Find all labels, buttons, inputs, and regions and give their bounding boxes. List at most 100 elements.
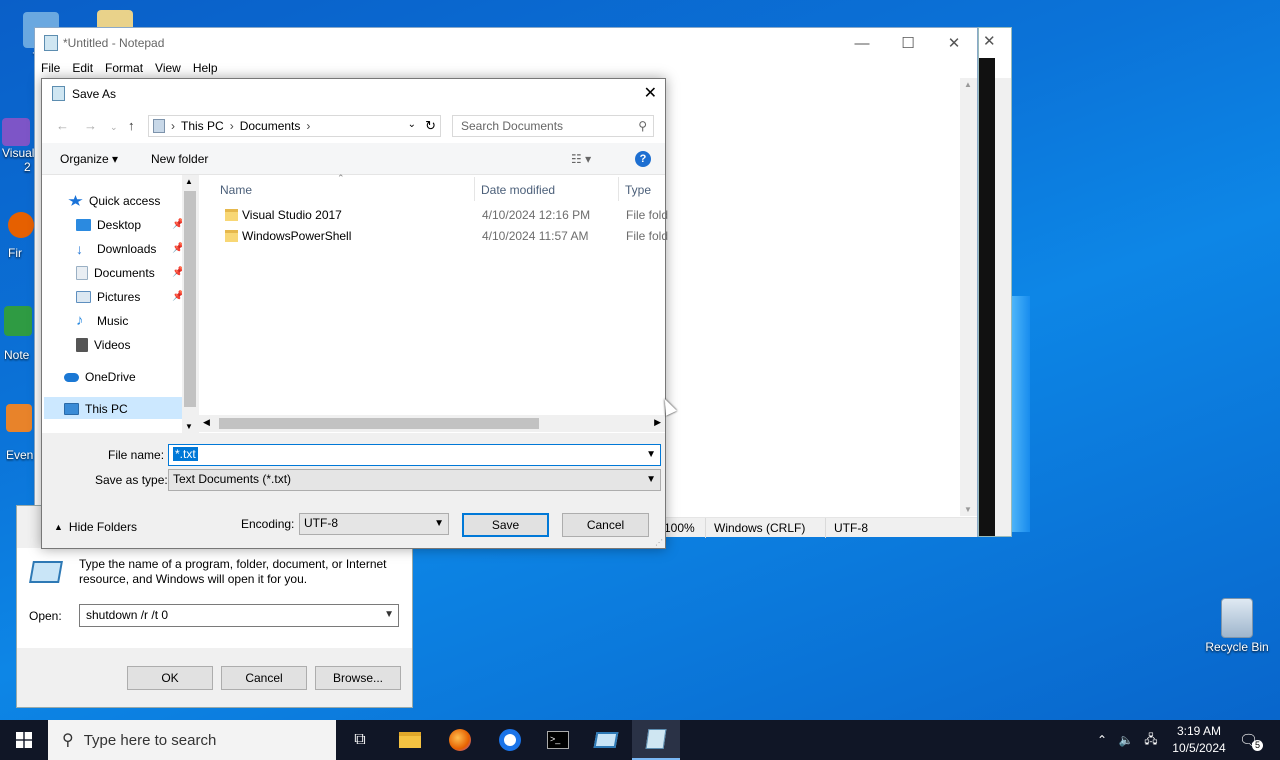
navigation-pane-scrollbar[interactable]: ▲ ▼ xyxy=(182,175,198,433)
recent-chevron-icon[interactable]: ⌄ xyxy=(110,122,118,133)
hide-folders-button[interactable]: ▲ Hide Folders xyxy=(54,520,137,534)
run-ok-button[interactable]: OK xyxy=(127,666,213,690)
menu-format[interactable]: Format xyxy=(105,61,149,75)
run-app-icon[interactable] xyxy=(582,720,630,760)
start-button[interactable] xyxy=(0,720,48,760)
run-cancel-button[interactable]: Cancel xyxy=(221,666,307,690)
save-as-titlebar[interactable]: Save As ✕ xyxy=(42,79,665,109)
clock[interactable]: 3:19 AM 10/5/2024 xyxy=(1160,723,1238,757)
notepad-title: *Untitled - Notepad xyxy=(63,36,165,50)
encoding-select[interactable]: UTF-8 ▼ xyxy=(299,513,449,535)
notepad-vertical-scrollbar[interactable]: ▲ ▼ xyxy=(960,78,977,516)
tree-item-onedrive[interactable]: OneDrive xyxy=(64,367,136,387)
file-name-input[interactable]: *.txt ▼ xyxy=(168,444,661,466)
scroll-down-icon[interactable]: ▼ xyxy=(185,422,193,431)
save-as-dialog: Save As ✕ ← → ⌄ ↑ › This PC › Documents … xyxy=(41,78,668,549)
save-button[interactable]: Save xyxy=(462,513,549,537)
chevron-up-icon: ▲ xyxy=(54,522,63,532)
menu-view[interactable]: View xyxy=(155,61,187,75)
scroll-up-icon[interactable]: ▲ xyxy=(185,177,193,186)
scrollbar-thumb[interactable] xyxy=(219,418,539,429)
column-header-name[interactable]: Name xyxy=(220,183,252,197)
scroll-down-icon[interactable]: ▼ xyxy=(964,505,972,514)
column-header-date[interactable]: Date modified xyxy=(481,183,555,197)
command-bar: Organize ▾ New folder ☷ ▾ ? xyxy=(42,143,665,175)
organize-button[interactable]: Organize ▾ xyxy=(60,152,118,166)
volume-muted-icon[interactable]: 🔈 xyxy=(1114,720,1138,760)
tree-item-this-pc[interactable]: This PC xyxy=(64,399,128,419)
help-icon[interactable]: ? xyxy=(635,151,651,167)
desktop-icon xyxy=(76,219,91,231)
scroll-left-icon[interactable]: ◀ xyxy=(203,417,210,428)
windows-icon xyxy=(16,732,32,748)
menu-file[interactable]: File xyxy=(41,61,66,75)
file-list-horizontal-scrollbar[interactable]: ◀ ▶ xyxy=(199,415,665,432)
notification-count: 5 xyxy=(1252,739,1264,751)
notepad-plus-icon xyxy=(4,306,32,336)
scroll-right-icon[interactable]: ▶ xyxy=(654,417,661,428)
tree-item-downloads[interactable]: ↓ Downloads 📌 xyxy=(76,239,184,259)
desktop-icon-visual-studio[interactable]: Visual 2 xyxy=(2,118,36,174)
show-hidden-icons-icon[interactable]: ⌃ xyxy=(1092,720,1112,760)
desktop-icon-notepad-plus[interactable]: Note xyxy=(4,306,38,362)
tree-item-pictures[interactable]: Pictures 📌 xyxy=(76,287,184,307)
star-icon xyxy=(68,195,83,206)
resize-grip-icon[interactable]: ⋰ xyxy=(655,538,663,547)
breadcrumb-this-pc[interactable]: This PC xyxy=(181,119,224,133)
chevron-down-icon[interactable]: ▼ xyxy=(434,518,444,529)
chevron-down-icon[interactable]: ▼ xyxy=(384,609,394,620)
run-open-input[interactable]: shutdown /r /t 0 ▼ xyxy=(79,604,399,627)
scrollbar-thumb[interactable] xyxy=(184,191,196,407)
tree-item-documents[interactable]: Documents 📌 xyxy=(76,263,184,283)
chevron-down-icon[interactable]: ⌄ xyxy=(408,119,416,130)
notepad-taskbar-icon[interactable] xyxy=(632,720,680,760)
save-as-title: Save As xyxy=(72,87,117,101)
notepad-titlebar[interactable]: *Untitled - Notepad — ☐ ✕ xyxy=(35,28,977,58)
chevron-down-icon[interactable]: ▼ xyxy=(646,474,656,485)
tree-item-music[interactable]: ♪ Music xyxy=(76,311,128,331)
menu-help[interactable]: Help xyxy=(193,61,224,75)
terminal-icon[interactable]: >_ xyxy=(534,720,582,760)
firefox-icon[interactable] xyxy=(436,720,484,760)
address-bar[interactable]: › This PC › Documents › ⌄ ↻ xyxy=(148,115,441,137)
forward-arrow-icon[interactable]: → xyxy=(84,118,97,133)
file-row[interactable]: WindowsPowerShell 4/10/2024 11:57 AM Fil… xyxy=(219,226,668,246)
maximize-button[interactable]: ☐ xyxy=(885,28,931,58)
chrome-icon[interactable] xyxy=(486,720,534,760)
chevron-down-icon[interactable]: ▼ xyxy=(646,449,656,460)
file-explorer-icon[interactable] xyxy=(386,720,434,760)
file-row[interactable]: Visual Studio 2017 4/10/2024 12:16 PM Fi… xyxy=(219,205,668,225)
breadcrumb-documents[interactable]: Documents xyxy=(240,119,301,133)
scrollbar[interactable] xyxy=(995,78,1011,536)
status-encoding: UTF-8 xyxy=(825,517,925,538)
close-button[interactable]: ✕ xyxy=(644,83,657,103)
menu-edit[interactable]: Edit xyxy=(72,61,99,75)
desktop-icon-recycle-bin[interactable]: Recycle Bin xyxy=(1200,598,1274,654)
task-view-icon[interactable]: ⧉ xyxy=(336,720,384,760)
clock-time: 3:19 AM xyxy=(1176,724,1222,738)
up-arrow-icon[interactable]: ↑ xyxy=(128,118,135,133)
tree-item-videos[interactable]: Videos xyxy=(76,335,130,355)
network-icon[interactable]: 🖧 xyxy=(1140,720,1162,760)
run-browse-button[interactable]: Browse... xyxy=(315,666,401,690)
folder-icon xyxy=(225,230,238,242)
back-arrow-icon[interactable]: ← xyxy=(56,118,69,133)
save-as-type-select[interactable]: Text Documents (*.txt) ▼ xyxy=(168,469,661,491)
close-button[interactable]: ✕ xyxy=(931,28,977,58)
taskbar-search-box[interactable]: ⚲ Type here to search xyxy=(48,720,336,760)
refresh-icon[interactable]: ↻ xyxy=(425,118,436,134)
save-as-type-label: Save as type: xyxy=(95,473,168,487)
cancel-button[interactable]: Cancel xyxy=(562,513,649,537)
close-icon[interactable]: ✕ xyxy=(983,32,996,50)
minimize-button[interactable]: — xyxy=(839,28,885,58)
file-list: ⌃ Name Date modified Type Visual Studio … xyxy=(199,173,668,433)
tree-item-desktop[interactable]: Desktop 📌 xyxy=(76,215,184,235)
navigation-pane: Quick access Desktop 📌 ↓ Downloads 📌 Doc… xyxy=(42,175,184,433)
notifications-icon[interactable]: 🗨 5 xyxy=(1236,720,1266,760)
search-input[interactable]: Search Documents ⚲ xyxy=(452,115,654,137)
view-options-icon[interactable]: ☷ ▾ xyxy=(571,152,591,166)
column-header-type[interactable]: Type xyxy=(625,183,651,197)
tree-item-quick-access[interactable]: Quick access xyxy=(68,191,160,211)
scroll-up-icon[interactable]: ▲ xyxy=(964,80,972,89)
new-folder-button[interactable]: New folder xyxy=(151,152,208,166)
